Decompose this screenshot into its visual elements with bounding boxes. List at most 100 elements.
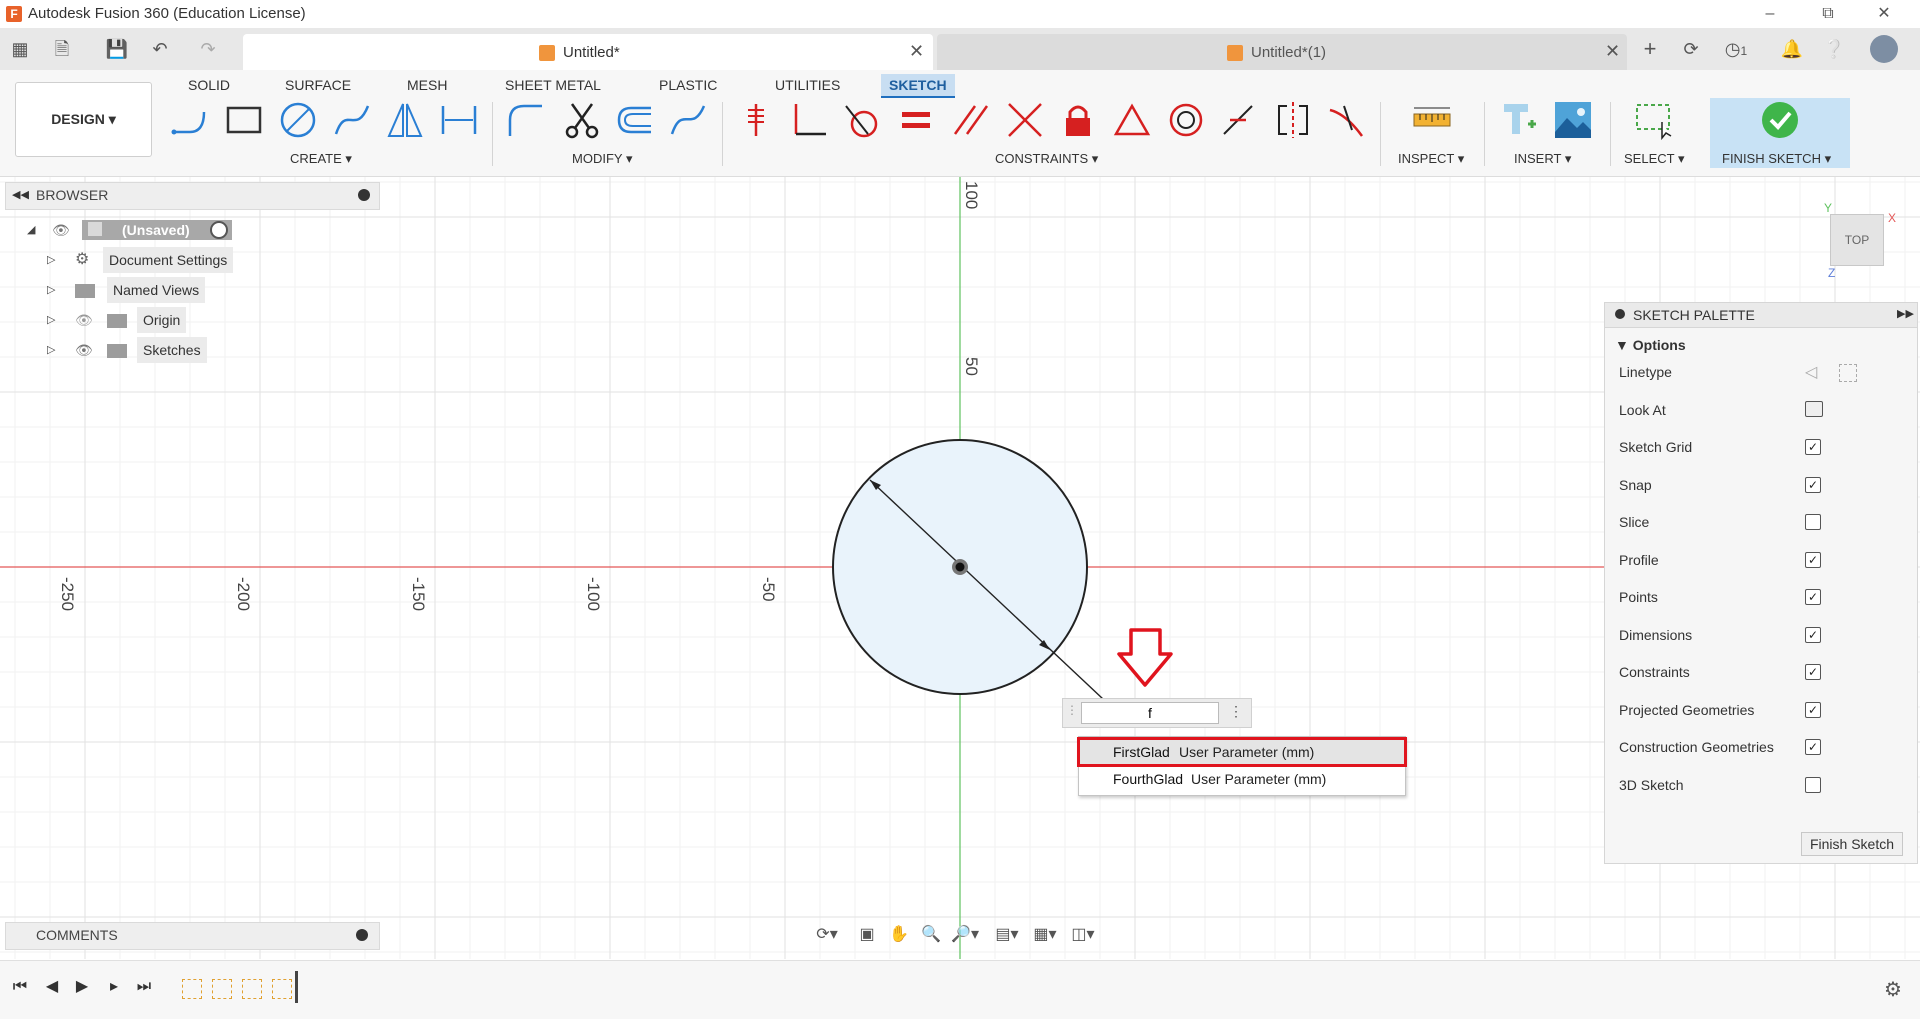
fit-zoom-icon[interactable]: 🔎▾: [950, 922, 980, 948]
options-section[interactable]: ▼ Options: [1615, 337, 1686, 353]
constraints-menu[interactable]: CONSTRAINTS ▾: [995, 151, 1098, 167]
tab-sheet-metal[interactable]: SHEET METAL: [497, 74, 609, 96]
tab-solid[interactable]: SOLID: [180, 74, 238, 96]
curvature-constraint-icon[interactable]: [1326, 100, 1366, 140]
eye-icon[interactable]: 👁: [75, 337, 93, 363]
timeline-settings-gear-icon[interactable]: ⚙: [1884, 977, 1902, 1002]
go-to-start-icon[interactable]: ⏮: [10, 977, 30, 997]
new-tab-icon[interactable]: +: [1638, 38, 1662, 60]
comments-panel-header[interactable]: COMMENTS: [5, 922, 380, 950]
browser-root-item[interactable]: ◢ 👁 (Unsaved): [25, 217, 245, 243]
close-tab-icon[interactable]: ✕: [909, 41, 924, 62]
tangent-constraint-icon[interactable]: [842, 100, 882, 140]
expand-triangle-icon[interactable]: ▷: [47, 337, 55, 363]
finish-sketch-button[interactable]: FINISH SKETCH ▾: [1710, 98, 1850, 168]
timeline-sketch-icon[interactable]: [182, 979, 202, 999]
expand-triangle-icon[interactable]: ▷: [47, 247, 55, 273]
triangle-constraint-icon[interactable]: [1112, 100, 1152, 140]
rectangle-tool-icon[interactable]: [224, 100, 264, 140]
suggestion-fourthglad[interactable]: FourthGlad User Parameter (mm): [1079, 766, 1405, 792]
palette-option-checkbox[interactable]: [1805, 514, 1821, 530]
tab-mesh[interactable]: MESH: [399, 74, 455, 96]
eye-icon[interactable]: 👁: [52, 217, 70, 243]
trim-scissors-icon[interactable]: [562, 100, 602, 140]
extensions-icon[interactable]: ⟳: [1679, 38, 1703, 60]
browser-item-document-settings[interactable]: ▷ ⚙ Document Settings: [45, 247, 245, 273]
mirror-tool-icon[interactable]: [385, 100, 425, 140]
zoom-icon[interactable]: 🔍: [916, 922, 946, 948]
timeline-sketch-icon[interactable]: [212, 979, 232, 999]
parallel-constraint-icon[interactable]: [951, 100, 991, 140]
palette-option-checkbox[interactable]: ✓: [1805, 476, 1821, 493]
insert-derive-icon[interactable]: [1500, 100, 1540, 140]
drag-handle-icon[interactable]: ⋮: [1066, 703, 1078, 717]
minimize-button[interactable]: –: [1748, 3, 1792, 25]
linetype-centerline-icon[interactable]: [1839, 364, 1857, 382]
spline-tool-icon[interactable]: [332, 100, 372, 140]
perpendicular-constraint-icon[interactable]: [790, 100, 830, 140]
palette-option-checkbox[interactable]: ✓: [1805, 439, 1821, 455]
sketch-scale-tool-icon[interactable]: [668, 100, 708, 140]
expand-triangle-icon[interactable]: ▷: [47, 307, 55, 333]
timeline-sketch-icon[interactable]: [272, 979, 292, 999]
step-forward-icon[interactable]: ▸: [104, 977, 124, 997]
tab-sketch[interactable]: SKETCH: [881, 74, 955, 98]
apps-grid-icon[interactable]: ▦: [8, 38, 32, 60]
browser-panel-header[interactable]: ◀◀ BROWSER: [5, 182, 380, 210]
browser-item-origin[interactable]: ▷ 👁 Origin: [45, 307, 245, 333]
finish-sketch-small-button[interactable]: Finish Sketch: [1801, 832, 1903, 856]
fillet-tool-icon[interactable]: [506, 100, 546, 140]
save-icon[interactable]: 💾: [105, 38, 129, 60]
display-settings-icon[interactable]: ▤▾: [992, 922, 1022, 948]
redo-icon[interactable]: ↷: [196, 38, 220, 60]
sketch-dimension-tool-icon[interactable]: [439, 100, 479, 140]
add-comment-icon[interactable]: [356, 929, 368, 941]
modify-menu[interactable]: MODIFY ▾: [572, 151, 632, 167]
grid-settings-icon[interactable]: ▦▾: [1030, 922, 1060, 948]
job-status-icon[interactable]: ◷1: [1718, 38, 1754, 60]
notifications-icon[interactable]: 🔔: [1780, 38, 1804, 60]
avatar[interactable]: [1870, 35, 1898, 63]
activate-radio-icon[interactable]: [210, 221, 228, 239]
close-window-button[interactable]: ✕: [1862, 3, 1906, 25]
orbit-icon[interactable]: ⟳▾: [812, 922, 842, 948]
close-tab-icon[interactable]: ✕: [1605, 41, 1620, 62]
insert-canvas-image-icon[interactable]: [1553, 100, 1593, 140]
more-options-icon[interactable]: ⋮: [1229, 703, 1243, 720]
workspace-switcher[interactable]: DESIGN ▾: [15, 82, 152, 157]
palette-option-checkbox[interactable]: [1805, 776, 1821, 793]
timeline-marker[interactable]: [295, 971, 298, 1003]
expand-triangle-icon[interactable]: ◢: [27, 217, 35, 243]
suggestion-firstglad[interactable]: FirstGlad User Parameter (mm): [1077, 737, 1407, 767]
window-select-icon[interactable]: [1634, 100, 1674, 140]
restore-button[interactable]: ⧉: [1806, 3, 1850, 25]
play-icon[interactable]: ▶: [72, 977, 92, 997]
browser-pin-icon[interactable]: [358, 189, 370, 201]
step-back-icon[interactable]: ◀: [42, 977, 62, 997]
circle-tool-icon[interactable]: [278, 100, 318, 140]
midpoint-constraint-icon[interactable]: [1218, 100, 1258, 140]
palette-option-checkbox[interactable]: ✓: [1805, 739, 1821, 755]
pan-hand-icon[interactable]: ✋: [884, 922, 914, 948]
concentric-constraint-icon[interactable]: [1166, 100, 1206, 140]
help-icon[interactable]: ❔: [1822, 38, 1846, 60]
tab-surface[interactable]: SURFACE: [277, 74, 359, 96]
tab-untitled[interactable]: Untitled* ✕: [243, 34, 933, 70]
collapse-palette-icon[interactable]: [1615, 309, 1625, 319]
lock-constraint-icon[interactable]: [1058, 100, 1098, 140]
offset-tool-icon[interactable]: [615, 100, 655, 140]
select-menu[interactable]: SELECT ▾: [1624, 151, 1684, 167]
palette-option-checkbox[interactable]: ✓: [1805, 551, 1821, 568]
inspect-menu[interactable]: INSPECT ▾: [1398, 151, 1464, 167]
look-at-icon[interactable]: ▣: [852, 922, 882, 948]
palette-option-checkbox[interactable]: ✓: [1805, 701, 1821, 718]
palette-option-checkbox[interactable]: ✓: [1805, 626, 1821, 643]
expand-triangle-icon[interactable]: ▷: [47, 277, 55, 303]
view-cube[interactable]: TOP: [1830, 214, 1884, 266]
browser-item-named-views[interactable]: ▷ Named Views: [45, 277, 245, 303]
insert-menu[interactable]: INSERT ▾: [1514, 151, 1571, 167]
file-menu-icon[interactable]: 🗎: [50, 38, 74, 60]
viewports-icon[interactable]: ◫▾: [1068, 922, 1098, 948]
palette-option-checkbox[interactable]: ✓: [1805, 589, 1821, 605]
tab-untitled-1[interactable]: Untitled*(1) ✕: [937, 34, 1627, 70]
